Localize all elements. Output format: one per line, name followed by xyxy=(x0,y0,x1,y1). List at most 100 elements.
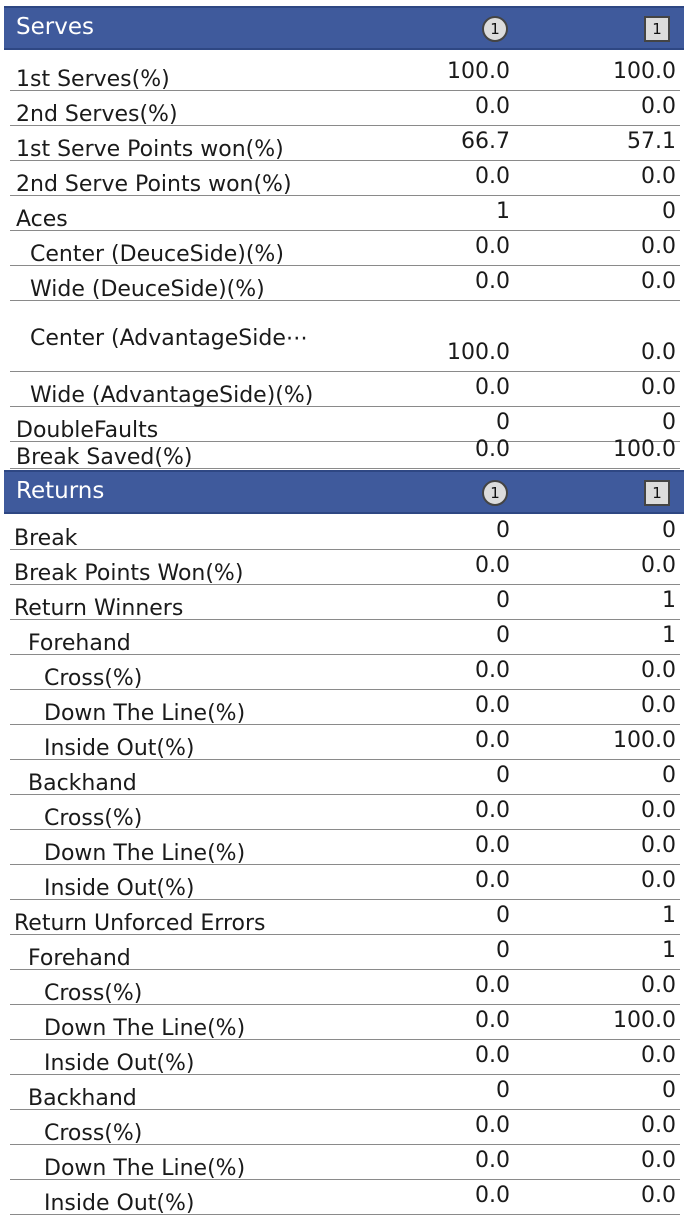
player1-circle-icon: 1 xyxy=(482,480,508,506)
player1-value: 0.0 xyxy=(475,164,510,189)
stat-row: Return Winners 0 1 xyxy=(10,585,680,621)
player1-value: 0.0 xyxy=(475,1113,510,1138)
player2-value: 0.0 xyxy=(641,1183,676,1208)
stat-row: Forehand 0 1 xyxy=(10,620,680,656)
stat-row: Cross(%) 0.0 0.0 xyxy=(10,970,680,1006)
stat-row: DoubleFaults 0 0 xyxy=(10,407,680,443)
stat-label: Return Unforced Errors xyxy=(14,911,266,936)
stat-row: Down The Line(%) 0.0 0.0 xyxy=(10,830,680,866)
stat-row: Forehand 0 1 xyxy=(10,935,680,971)
player2-square-icon: 1 xyxy=(644,480,670,506)
player2-value: 0.0 xyxy=(641,693,676,718)
returns-section: Returns 1 1 Break 0 0 Break Points Won(%) 0.… xyxy=(0,470,688,1216)
player2-value: 100.0 xyxy=(613,1008,676,1033)
player2-value: 100.0 xyxy=(613,59,676,84)
stat-row: 1st Serves(%) 100.0 100.0 xyxy=(10,56,680,92)
stat-label: Wide (DeuceSide)(%) xyxy=(30,277,265,302)
stat-row: Center (DeuceSide)(%) 0.0 0.0 xyxy=(10,231,680,267)
stat-label: Wide (AdvantageSide)(%) xyxy=(30,383,314,408)
stat-row: Cross(%) 0.0 0.0 xyxy=(10,655,680,691)
player1-value: 0 xyxy=(496,623,510,648)
player1-value: 0.0 xyxy=(475,269,510,294)
stat-label: Forehand xyxy=(28,946,131,971)
player2-value: 0.0 xyxy=(641,94,676,119)
player2-value: 100.0 xyxy=(613,437,676,462)
player1-value: 66.7 xyxy=(461,129,510,154)
stat-label: Down The Line(%) xyxy=(44,1156,246,1181)
stat-label: Break Saved(%) xyxy=(16,445,193,470)
player2-value: 0.0 xyxy=(641,234,676,259)
player2-value: 1 xyxy=(662,903,676,928)
stat-label: Cross(%) xyxy=(44,806,143,831)
stat-label: Backhand xyxy=(28,1086,137,1111)
player1-value: 0 xyxy=(496,518,510,543)
player2-value: 0.0 xyxy=(641,1113,676,1138)
stat-label: Inside Out(%) xyxy=(44,1191,195,1216)
stat-row: Return Unforced Errors 0 1 xyxy=(10,900,680,936)
player2-value: 100.0 xyxy=(613,728,676,753)
player1-value: 0.0 xyxy=(475,94,510,119)
stat-label: Cross(%) xyxy=(44,1121,143,1146)
player1-value: 1 xyxy=(496,199,510,224)
player1-value: 0.0 xyxy=(475,553,510,578)
serves-header: Serves 1 1 xyxy=(4,6,684,50)
player1-value: 100.0 xyxy=(447,59,510,84)
player2-value: 0 xyxy=(662,1078,676,1103)
stat-row: Inside Out(%) 0.0 0.0 xyxy=(10,1040,680,1076)
player1-value: 0.0 xyxy=(475,234,510,259)
stat-row: Inside Out(%) 0.0 0.0 xyxy=(10,865,680,901)
player1-value: 0.0 xyxy=(475,1183,510,1208)
player1-value: 0 xyxy=(496,1078,510,1103)
stat-label: Break Points Won(%) xyxy=(14,561,244,586)
player2-value: 0 xyxy=(662,518,676,543)
player2-value: 0.0 xyxy=(641,658,676,683)
player2-value: 0.0 xyxy=(641,164,676,189)
player2-value: 0.0 xyxy=(641,553,676,578)
stat-label: 1st Serve Points won(%) xyxy=(16,137,284,162)
stat-row: Backhand 0 0 xyxy=(10,1075,680,1111)
returns-title: Returns xyxy=(16,478,105,504)
stat-label: Cross(%) xyxy=(44,666,143,691)
stat-label: 2nd Serve Points won(%) xyxy=(16,172,292,197)
player1-value: 0 xyxy=(496,903,510,928)
player2-value: 0.0 xyxy=(641,375,676,400)
player1-value: 0.0 xyxy=(475,868,510,893)
player1-circle-icon: 1 xyxy=(482,16,508,42)
stat-label: Down The Line(%) xyxy=(44,1016,246,1041)
stat-label: Inside Out(%) xyxy=(44,876,195,901)
stat-label: Center (DeuceSide)(%) xyxy=(30,242,284,267)
player2-value: 0.0 xyxy=(641,973,676,998)
stat-label: Backhand xyxy=(28,771,137,796)
player1-value: 0.0 xyxy=(475,1148,510,1173)
stat-label: 1st Serves(%) xyxy=(16,67,170,92)
stat-row: Backhand 0 0 xyxy=(10,760,680,796)
stat-row: 2nd Serve Points won(%) 0.0 0.0 xyxy=(10,161,680,197)
player1-value: 0 xyxy=(496,938,510,963)
stat-row: Break 0 0 xyxy=(10,515,680,551)
stat-label: Break xyxy=(14,526,78,551)
stat-row: 2nd Serves(%) 0.0 0.0 xyxy=(10,91,680,127)
player1-value: 0.0 xyxy=(475,833,510,858)
stat-row: Cross(%) 0.0 0.0 xyxy=(10,795,680,831)
player2-value: 0 xyxy=(662,410,676,435)
player2-value: 0 xyxy=(662,199,676,224)
stat-row: 1st Serve Points won(%) 66.7 57.1 xyxy=(10,126,680,162)
player2-value: 0.0 xyxy=(641,1148,676,1173)
player2-value: 0.0 xyxy=(641,798,676,823)
player1-value: 0.0 xyxy=(475,375,510,400)
stat-row: Cross(%) 0.0 0.0 xyxy=(10,1110,680,1146)
stat-label: Aces xyxy=(16,207,68,232)
stat-label: Return Winners xyxy=(14,596,184,621)
stat-row: Break Saved(%) 0.0 100.0 xyxy=(10,437,680,470)
stat-row: Down The Line(%) 0.0 0.0 xyxy=(10,1145,680,1181)
stat-row: Inside Out(%) 0.0 0.0 xyxy=(10,1180,680,1216)
player2-value: 0.0 xyxy=(641,1043,676,1068)
player1-value: 0.0 xyxy=(475,658,510,683)
player1-value: 100.0 xyxy=(447,340,510,365)
player1-value: 0 xyxy=(496,588,510,613)
stat-label: Down The Line(%) xyxy=(44,841,246,866)
player2-value: 0 xyxy=(662,763,676,788)
player1-value: 0.0 xyxy=(475,798,510,823)
stat-row: Down The Line(%) 0.0 0.0 xyxy=(10,690,680,726)
stat-row: Inside Out(%) 0.0 100.0 xyxy=(10,725,680,761)
